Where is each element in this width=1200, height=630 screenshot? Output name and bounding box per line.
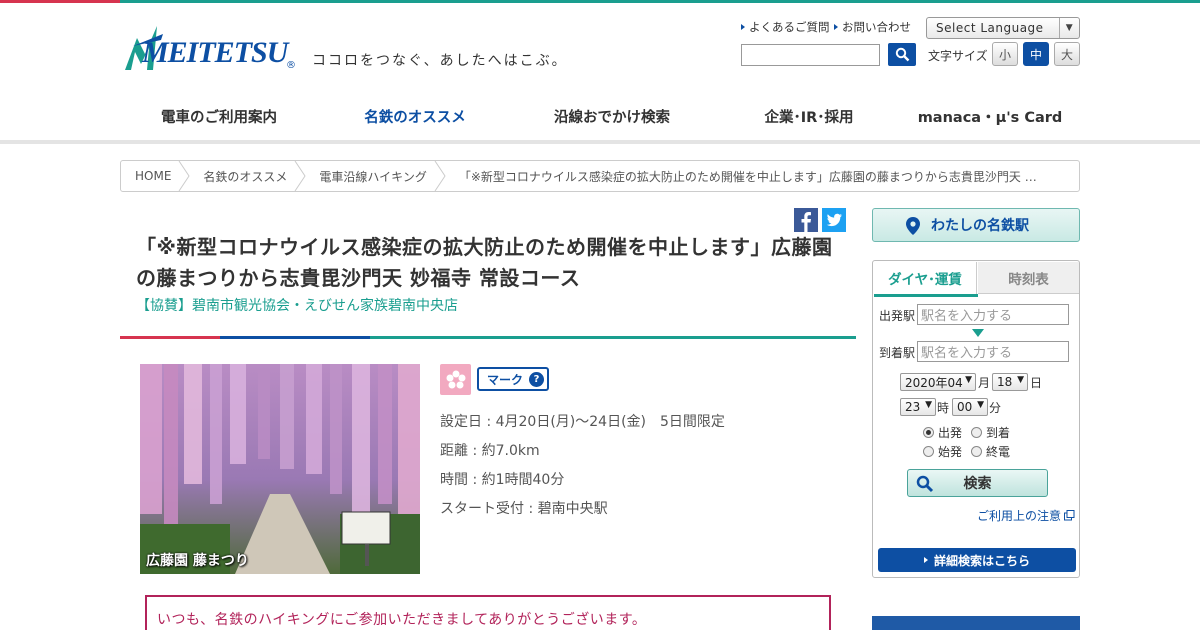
slogan: ココロをつなぐ、あしたへはこぶ。: [312, 53, 568, 69]
route-search-panel: ダイヤ･運賃 時刻表 出発駅 駅名を入力する 到着駅 駅名を入力する 2020年…: [872, 260, 1080, 578]
minute-unit: 分: [989, 401, 1002, 415]
photo-caption: 広藤園 藤まつり: [146, 553, 249, 569]
logo-registered-mark: ®: [286, 60, 296, 71]
gnav-recommend[interactable]: 名鉄のオススメ: [322, 88, 508, 144]
flower-icon: [446, 370, 465, 388]
day-select[interactable]: 18 ▼: [992, 373, 1028, 391]
detail-search-button[interactable]: 詳細検索はこちら: [878, 548, 1076, 572]
info-time: 時間 : 約1時間40分: [440, 472, 565, 488]
radio-arrive[interactable]: 到着: [971, 424, 1010, 441]
info-start: スタート受付 : 碧南中央駅: [440, 501, 608, 517]
breadcrumb-hiking[interactable]: 電車沿線ハイキング: [301, 161, 446, 191]
font-size-medium-button[interactable]: 中: [1023, 42, 1049, 66]
radio-dot: [971, 427, 982, 438]
route-search-button[interactable]: 検索: [907, 469, 1048, 497]
search-icon: [895, 47, 909, 62]
arrow-down-icon: [972, 329, 984, 337]
gnav-manaca[interactable]: manaca・μ's Card: [900, 88, 1080, 144]
chevron-down-icon: ▼: [977, 400, 984, 410]
font-size-large-button[interactable]: 大: [1054, 42, 1080, 66]
gnav-train-guide[interactable]: 電車のご利用案内: [120, 88, 318, 144]
hour-select[interactable]: 23 ▼: [900, 398, 936, 416]
site-search-button[interactable]: [888, 43, 916, 66]
chevron-down-icon: ▼: [925, 400, 932, 410]
day-unit: 日: [1030, 376, 1043, 390]
from-station-input[interactable]: 駅名を入力する: [917, 304, 1069, 325]
sidebar-next-banner[interactable]: [872, 616, 1080, 630]
gnav-corporate[interactable]: 企業･IR･採用: [716, 88, 902, 144]
breadcrumb-home[interactable]: HOME: [121, 161, 191, 191]
faq-link[interactable]: よくあるご質問: [741, 19, 830, 35]
font-size-small-button[interactable]: 小: [992, 42, 1018, 66]
chevron-down-icon: ▼: [1017, 375, 1024, 385]
gnav-divider: [0, 140, 1200, 144]
arrow-icon: [923, 557, 928, 563]
radio-first-train[interactable]: 始発: [923, 443, 962, 460]
wisteria-photo: 広藤園 藤まつり: [140, 364, 420, 574]
page-title: 「※新型コロナウイルス感染症の拡大防止のため開催を中止します」広藤園の藤まつりか…: [136, 235, 833, 290]
flower-mark-icon: [440, 364, 471, 395]
breadcrumb-recommend[interactable]: 名鉄のオススメ: [185, 161, 307, 191]
radio-last-train[interactable]: 終電: [971, 443, 1010, 460]
contact-link[interactable]: お問い合わせ: [834, 19, 911, 35]
twitter-share-button[interactable]: [822, 208, 846, 232]
my-station-button[interactable]: わたしの名鉄駅: [872, 208, 1080, 242]
sponsor-text: 【協賛】碧南市観光協会・えびせん家族碧南中央店: [136, 298, 458, 314]
to-station-label: 到着駅: [879, 346, 916, 360]
language-select[interactable]: Select Language ▼: [926, 17, 1080, 39]
tab-timetable[interactable]: 時刻表: [978, 262, 1079, 294]
map-pin-icon: [906, 217, 920, 235]
info-date: 設定日 : 4月20日(月)～24日(金) 5日間限定: [440, 414, 725, 430]
logo-wordmark: MEITETSU: [142, 36, 288, 69]
arrow-icon: [834, 24, 838, 30]
year-month-select[interactable]: 2020年04 ▼: [900, 373, 976, 391]
search-icon: [916, 475, 934, 493]
month-unit: 月: [978, 376, 991, 390]
from-station-label: 出発駅: [879, 309, 916, 323]
active-tab-underline: [874, 294, 978, 297]
gnav-outing-search[interactable]: 沿線おでかけ検索: [512, 88, 712, 144]
arrow-icon: [741, 24, 745, 30]
site-search-input[interactable]: [741, 44, 880, 66]
radio-dot-selected: [923, 427, 934, 438]
radio-depart[interactable]: 出発: [923, 424, 962, 441]
external-link-icon: [1064, 510, 1075, 521]
breadcrumb: HOME 名鉄のオススメ 電車沿線ハイキング 「※新型コロナウイルス感染症の拡大…: [120, 160, 1080, 192]
facebook-share-button[interactable]: [794, 208, 818, 232]
top-color-bar: [0, 0, 1200, 3]
chevron-down-icon: ▼: [965, 375, 972, 385]
notice-box: いつも、名鉄のハイキングにご参加いただきましてありがとうございます。: [145, 595, 831, 630]
minute-select[interactable]: 00 ▼: [952, 398, 988, 416]
chevron-down-icon: ▼: [1059, 18, 1079, 38]
usage-caution-link[interactable]: ご利用上の注意: [977, 507, 1075, 524]
info-distance: 距離 : 約7.0km: [440, 443, 540, 459]
question-icon: ?: [529, 371, 545, 387]
title-divider: [120, 336, 856, 339]
wisteria-image: [140, 364, 420, 574]
font-size-label: 文字サイズ: [928, 49, 988, 63]
twitter-icon: [826, 213, 842, 227]
mark-help-button[interactable]: マーク ?: [477, 367, 549, 391]
to-station-input[interactable]: 駅名を入力する: [917, 341, 1069, 362]
radio-dot: [971, 446, 982, 457]
radio-dot: [923, 446, 934, 457]
breadcrumb-current: 「※新型コロナウイルス感染症の拡大防止のため開催を中止します」広藤園の藤まつりか…: [458, 169, 1037, 184]
facebook-icon: [801, 212, 811, 232]
tab-dia-fare[interactable]: ダイヤ･運賃: [874, 262, 977, 294]
hour-unit: 時: [937, 401, 950, 415]
